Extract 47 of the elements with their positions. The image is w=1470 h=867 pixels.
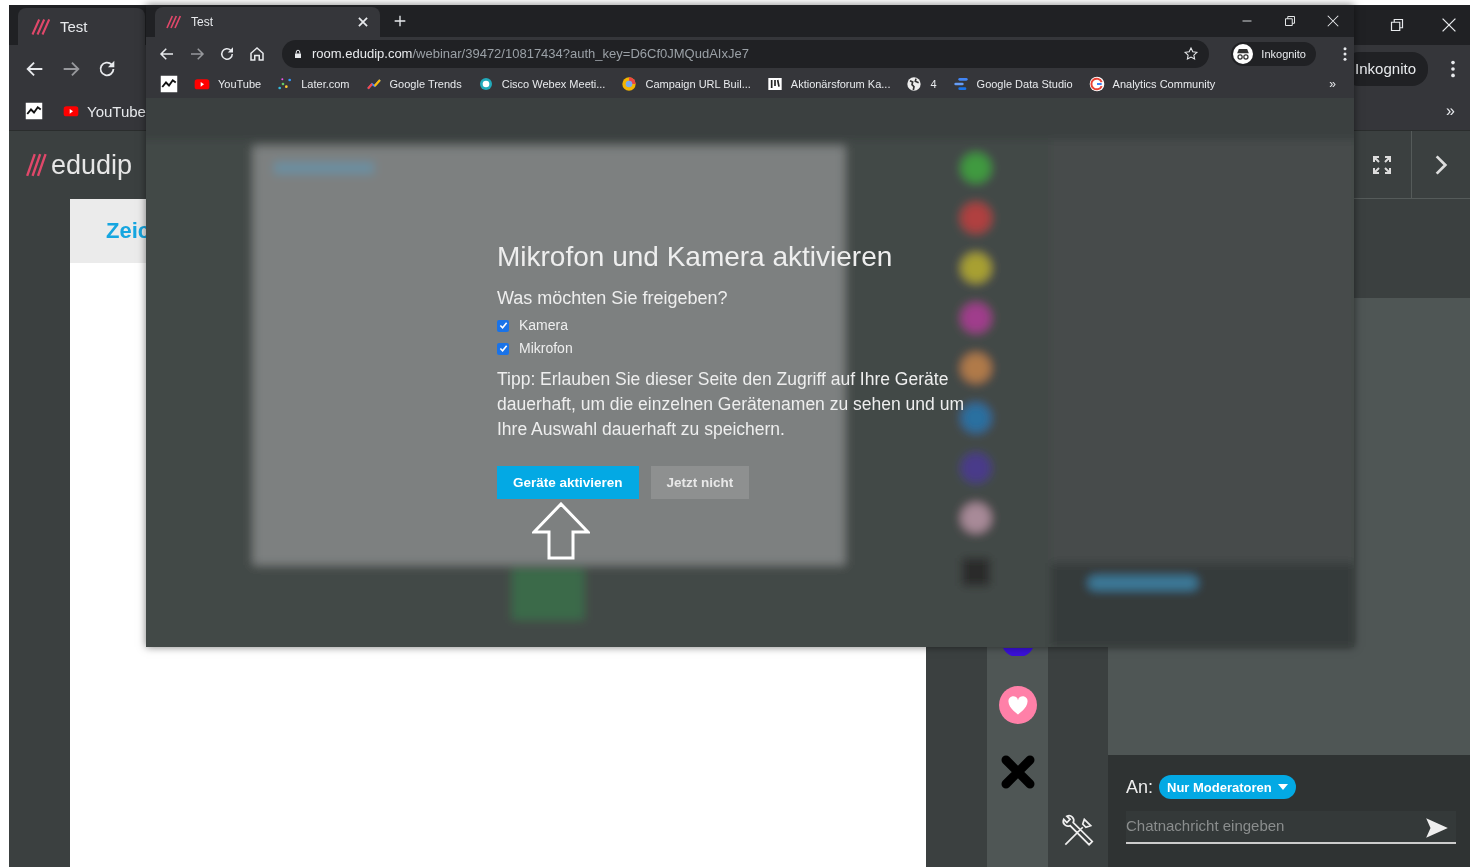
dialog-title: Mikrofon und Kamera aktivieren xyxy=(497,240,893,274)
address-bar[interactable]: room.edudip.com/webinar/39472/10817434?auth_key=D6Cf0JMQudAIxJe7 xyxy=(282,39,1210,68)
logo-text: edudip xyxy=(51,149,133,181)
bookmarks-overflow[interactable]: » xyxy=(1329,77,1336,91)
logo-icon xyxy=(165,14,181,30)
ring-icon xyxy=(477,76,494,92)
bookmark-link[interactable]: Analytics Community xyxy=(1088,76,1216,92)
close-icon[interactable] xyxy=(356,15,370,29)
bookmark-link[interactable]: Aktionärsforum Ka... xyxy=(766,76,891,92)
browser-tab[interactable]: Test xyxy=(18,8,145,45)
bookmark-link[interactable]: Google Data Studio xyxy=(952,76,1073,92)
recipient-label: An: xyxy=(1126,776,1154,798)
bookmark-link[interactable]: Google Trends xyxy=(365,76,462,92)
play-icon xyxy=(63,103,79,119)
star-icon[interactable] xyxy=(1183,45,1200,62)
bars-icon xyxy=(952,76,969,92)
logo-icon xyxy=(30,16,50,37)
book-icon xyxy=(766,76,783,92)
play-icon xyxy=(194,76,210,92)
browser-tab[interactable]: Test xyxy=(155,7,380,37)
lock-icon xyxy=(292,47,304,60)
bookmarks-overflow[interactable]: » xyxy=(1446,102,1455,120)
bookmark-link[interactable]: Cisco Webex Meeti... xyxy=(477,76,606,92)
home-icon[interactable] xyxy=(248,44,266,63)
ring-icon xyxy=(621,76,638,92)
send-icon[interactable] xyxy=(1424,815,1450,841)
chart-icon xyxy=(25,102,43,120)
caret-icon xyxy=(1277,784,1288,790)
bookmark-link[interactable]: Later.com xyxy=(277,76,350,92)
dots-icon xyxy=(277,76,294,92)
dialog-question: Was möchten Sie freigeben? xyxy=(497,287,728,310)
checkbox-label: Kamera xyxy=(519,316,569,335)
incognito-button[interactable]: Inkognito xyxy=(1231,41,1316,66)
checkbox-label: Mikrofon xyxy=(519,339,573,358)
bookmark-link[interactable]: Campaign URL Buil... xyxy=(621,76,751,92)
arrow-up-icon xyxy=(532,502,590,560)
chart-icon xyxy=(160,75,178,93)
globe-icon xyxy=(906,76,923,92)
x-icon[interactable] xyxy=(999,754,1036,790)
bookmark-link[interactable]: YouTube xyxy=(194,76,262,92)
chat-input-field[interactable]: Chatnachricht eingeben xyxy=(1126,811,1456,844)
bookmark-link[interactable]: 4 xyxy=(906,76,937,92)
ring-icon xyxy=(1088,76,1105,92)
plus-icon[interactable] xyxy=(392,13,408,29)
incognito-icon xyxy=(1233,43,1254,64)
tip-text: Tipp: Erlauben Sie dieser Seite den Zugriff auf Ihre Geräte dauerhaft, um die einzelnen Gerätenamen zu sehen und um Ihre Auswahl dauerhaft zu speichern. xyxy=(497,368,965,441)
bookmark-link[interactable]: YouTube xyxy=(63,102,146,120)
